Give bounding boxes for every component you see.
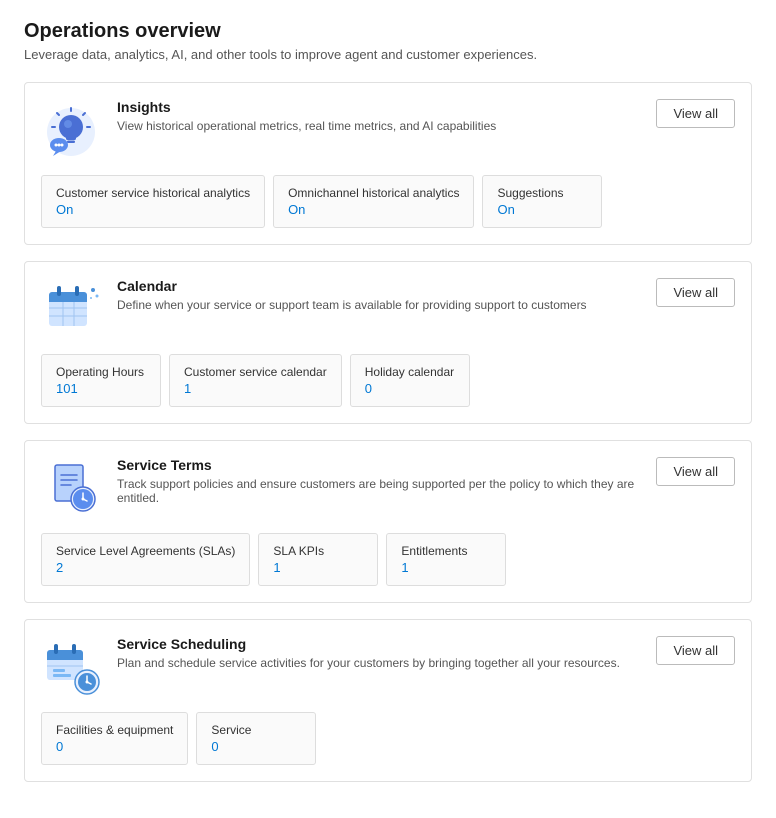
calendar-left: Calendar Define when your service or sup… [41,278,587,338]
card-label: Facilities & equipment [56,723,173,737]
card-service: Service 0 [196,712,316,765]
page-title: Operations overview [24,20,752,43]
calendar-view-all-button[interactable]: View all [656,278,735,307]
card-value: 101 [56,381,146,396]
service-terms-view-all-button[interactable]: View all [656,457,735,486]
insights-left: Insights View historical operational met… [41,99,496,159]
card-holiday-calendar: Holiday calendar 0 [350,354,470,407]
calendar-cards: Operating Hours 101 Customer service cal… [41,354,735,407]
calendar-header: Calendar Define when your service or sup… [41,278,735,338]
insights-cards: Customer service historical analytics On… [41,175,735,228]
card-label: Entitlements [401,544,491,558]
insights-icon [41,99,101,159]
service-scheduling-icon [41,636,101,696]
service-terms-desc: Track support policies and ensure custom… [117,477,656,505]
insights-header: Insights View historical operational met… [41,99,735,159]
card-label: Omnichannel historical analytics [288,186,459,200]
card-cs-historical-analytics: Customer service historical analytics On [41,175,265,228]
card-omnichannel-analytics: Omnichannel historical analytics On [273,175,474,228]
insights-info: Insights View historical operational met… [117,99,496,133]
card-label: Customer service calendar [184,365,327,379]
card-label: Customer service historical analytics [56,186,250,200]
card-label: Service Level Agreements (SLAs) [56,544,235,558]
service-terms-icon [41,457,101,517]
service-terms-cards: Service Level Agreements (SLAs) 2 SLA KP… [41,533,735,586]
card-label: Suggestions [497,186,587,200]
service-terms-title: Service Terms [117,457,656,473]
calendar-title: Calendar [117,278,587,294]
insights-title: Insights [117,99,496,115]
service-scheduling-info: Service Scheduling Plan and schedule ser… [117,636,620,670]
page-subtitle: Leverage data, analytics, AI, and other … [24,47,752,62]
card-value: 0 [365,381,455,396]
service-scheduling-desc: Plan and schedule service activities for… [117,656,620,670]
service-terms-header: Service Terms Track support policies and… [41,457,735,517]
card-value: 1 [273,560,363,575]
service-terms-left: Service Terms Track support policies and… [41,457,656,517]
card-value: On [56,202,250,217]
card-sla: Service Level Agreements (SLAs) 2 [41,533,250,586]
card-value: On [497,202,587,217]
card-label: Service [211,723,301,737]
insights-view-all-button[interactable]: View all [656,99,735,128]
card-entitlements: Entitlements 1 [386,533,506,586]
card-value: 1 [184,381,327,396]
service-scheduling-cards: Facilities & equipment 0 Service 0 [41,712,735,765]
calendar-icon [41,278,101,338]
service-terms-section: Service Terms Track support policies and… [24,440,752,603]
card-value: 0 [211,739,301,754]
calendar-info: Calendar Define when your service or sup… [117,278,587,312]
card-operating-hours: Operating Hours 101 [41,354,161,407]
service-scheduling-header: Service Scheduling Plan and schedule ser… [41,636,735,696]
card-value: 2 [56,560,235,575]
card-value: On [288,202,459,217]
service-scheduling-title: Service Scheduling [117,636,620,652]
card-label: Holiday calendar [365,365,455,379]
card-label: SLA KPIs [273,544,363,558]
card-value: 1 [401,560,491,575]
calendar-desc: Define when your service or support team… [117,298,587,312]
card-value: 0 [56,739,173,754]
insights-desc: View historical operational metrics, rea… [117,119,496,133]
insights-section: Insights View historical operational met… [24,82,752,245]
card-suggestions: Suggestions On [482,175,602,228]
page-container: Operations overview Leverage data, analy… [0,0,776,818]
service-terms-info: Service Terms Track support policies and… [117,457,656,505]
card-label: Operating Hours [56,365,146,379]
service-scheduling-left: Service Scheduling Plan and schedule ser… [41,636,620,696]
card-cs-calendar: Customer service calendar 1 [169,354,342,407]
service-scheduling-section: Service Scheduling Plan and schedule ser… [24,619,752,782]
service-scheduling-view-all-button[interactable]: View all [656,636,735,665]
card-sla-kpis: SLA KPIs 1 [258,533,378,586]
calendar-section: Calendar Define when your service or sup… [24,261,752,424]
card-facilities-equipment: Facilities & equipment 0 [41,712,188,765]
